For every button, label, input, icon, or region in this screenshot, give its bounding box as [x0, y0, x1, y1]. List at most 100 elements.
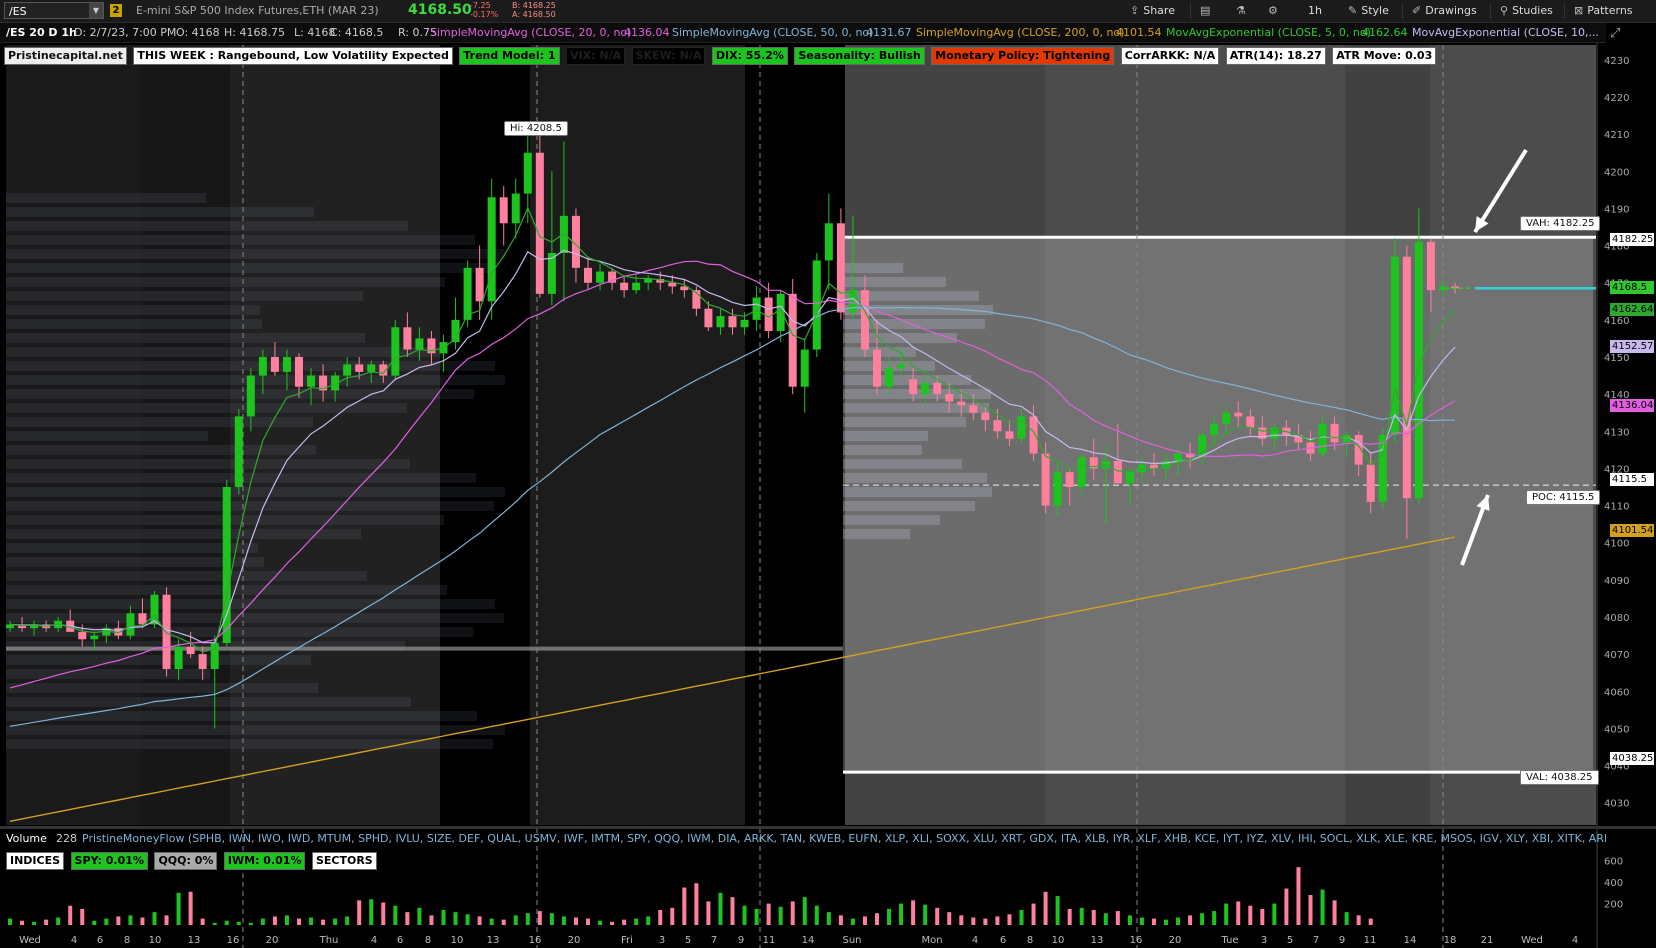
volume-bar [140, 917, 145, 925]
candle-body [258, 357, 267, 376]
volume-profile-bar [6, 333, 365, 343]
volume-bar [971, 917, 976, 925]
volume-bar [1176, 917, 1181, 925]
time-axis-label: Wed [19, 935, 41, 946]
sma20-study[interactable]: SimpleMovingAvg (CLOSE, 20, 0, no) [430, 26, 631, 39]
atr-label: ATR(14): 18.27 [1225, 47, 1326, 65]
flask-button[interactable]: ⚗ [1236, 3, 1250, 19]
bid-ask: B: 4168.25 A: 4168.50 [512, 1, 556, 19]
candle-body [186, 646, 195, 655]
chart-id: /ES 20 D 1h [6, 26, 77, 39]
link-group-badge[interactable]: 2 [110, 4, 122, 17]
y-axis-tick: 4200 [1604, 167, 1629, 178]
volume-bar [525, 913, 530, 925]
volume-profile-bar [843, 473, 987, 483]
ema5-price-badge: 4162.64 [1610, 303, 1654, 316]
patterns-button[interactable]: ⊠ Patterns [1574, 3, 1633, 19]
candle-body [800, 349, 809, 387]
volume-bar [1320, 889, 1325, 925]
toolbar-divider [1402, 3, 1403, 19]
candle-body [728, 316, 737, 328]
y-axis-tick: 4210 [1604, 130, 1629, 141]
y-axis-tick: 4070 [1604, 650, 1629, 661]
volume-axis-tick: 200 [1604, 900, 1623, 911]
symbol-input[interactable]: /ES ▼ [4, 2, 104, 19]
flask-icon: ⚗ [1236, 4, 1246, 17]
settings-button[interactable]: ⚙ [1268, 3, 1282, 19]
volume-profile-bar [6, 291, 363, 301]
volume-bar [1272, 903, 1277, 925]
time-axis-label: Mon [921, 935, 942, 946]
time-axis-label: 7 [1313, 935, 1319, 946]
candle-body [933, 383, 942, 395]
sma20-value: 4136.04 [624, 26, 670, 39]
price-chart[interactable]: 4230422042104200419041804170416041504140… [0, 43, 1656, 948]
volume-bar [1368, 918, 1373, 925]
volume-bar [200, 918, 205, 925]
money-flow-study[interactable]: PristineMoneyFlow (SPHB, IWN, IWO, IWD, … [82, 832, 1606, 845]
time-axis-label: 4 [1572, 935, 1578, 946]
volume-profile-bar [6, 669, 210, 679]
volume-bar [694, 883, 699, 925]
sma50-study[interactable]: SimpleMovingAvg (CLOSE, 50, 0, no) [672, 26, 873, 39]
volume-bar [790, 901, 795, 925]
volume-bar [814, 905, 819, 925]
studies-button[interactable]: ⚲ Studies [1500, 3, 1553, 19]
sma200-study[interactable]: SimpleMovingAvg (CLOSE, 200, 0, no) [916, 26, 1124, 39]
bar-close: C: 4168.5 [330, 26, 384, 39]
time-axis-label: 11 [1364, 935, 1377, 946]
collapse-icon[interactable]: ⤢ [1610, 26, 1620, 41]
volume-bar [754, 908, 759, 925]
candle-body [1246, 416, 1255, 428]
volume-profile-bar [6, 193, 206, 203]
candle-body [1366, 464, 1375, 502]
volume-bar [309, 917, 314, 925]
candle-body [78, 631, 87, 640]
volume-bar [248, 922, 253, 925]
candle-body [367, 364, 376, 372]
volume-profile-bar [6, 389, 474, 399]
index-labels: INDICES SPY: 0.01% QQQ: 0% IWM: 0.01% SE… [6, 852, 380, 870]
volume-bar [586, 918, 590, 925]
volume-bar [610, 921, 615, 925]
volume-profile-bar [6, 501, 494, 511]
candle-body [860, 290, 869, 350]
volume-bar [778, 906, 783, 925]
candle-body [1137, 464, 1146, 473]
volume-bar [887, 908, 892, 925]
drawings-button[interactable]: ✐ Drawings [1412, 3, 1477, 19]
y-axis-tick: 4050 [1604, 724, 1629, 735]
qqq-label: QQQ: 0% [154, 852, 218, 870]
volume-bar [333, 918, 338, 925]
volume-profile-bar [6, 347, 446, 357]
calendar-button[interactable]: ▤ [1200, 3, 1214, 19]
volume-bar [369, 899, 374, 925]
candle-body [355, 364, 364, 372]
studies-label: Studies [1512, 4, 1553, 17]
share-button[interactable]: ⇪ Share [1130, 3, 1175, 19]
candle-body [740, 319, 749, 328]
volume-bar [1296, 867, 1301, 925]
session-shade [230, 45, 440, 825]
candle-body [463, 267, 472, 320]
candle-body [824, 223, 833, 261]
style-label: Style [1361, 4, 1389, 17]
volume-profile-bar [6, 529, 361, 539]
sma20-price-badge: 4136.04 [1610, 399, 1654, 412]
net-change: -7.25 -0.17% [470, 1, 498, 19]
time-axis-label: 8 [1027, 935, 1033, 946]
iwm-label: IWM: 0.01% [223, 852, 306, 870]
time-axis-label: 13 [1091, 935, 1104, 946]
volume-bar [911, 900, 916, 925]
ask-value: A: 4168.50 [512, 10, 556, 19]
chevron-down-icon[interactable]: ▼ [89, 3, 103, 18]
volume-bar [983, 918, 988, 925]
vah-price-badge: 4182.25 [1610, 233, 1654, 246]
candle-body [415, 338, 424, 350]
volume-profile-bar [6, 683, 318, 693]
ema5-study[interactable]: MovAvgExponential (CLOSE, 5, 0, no) [1166, 26, 1371, 39]
ema10-study[interactable]: MovAvgExponential (CLOSE, 10,... [1412, 26, 1599, 39]
timeframe-button[interactable]: 1h [1308, 3, 1322, 19]
style-button[interactable]: ✎ Style [1348, 3, 1389, 19]
volume-bar [429, 915, 434, 925]
